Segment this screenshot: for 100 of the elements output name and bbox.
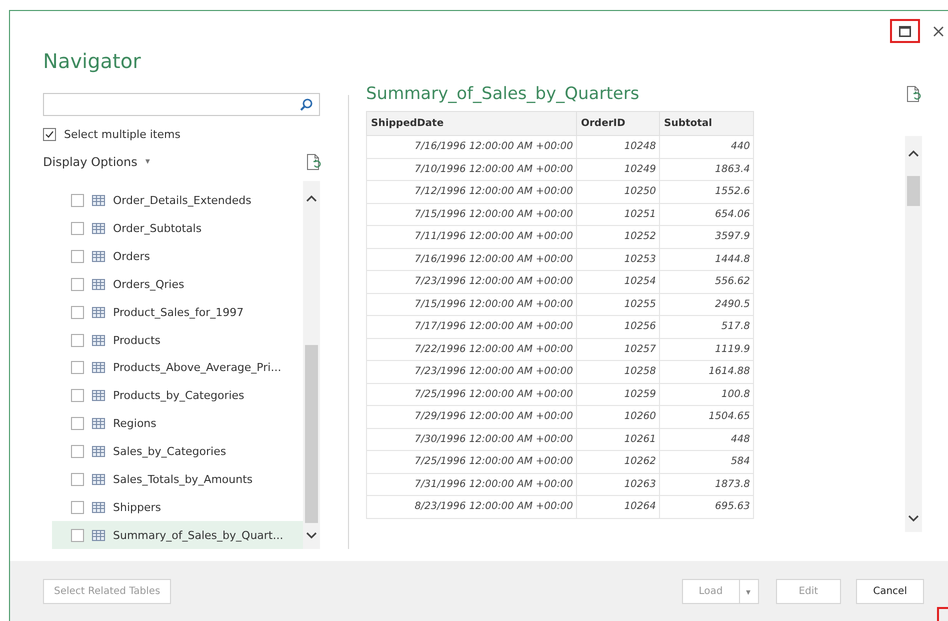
table-icon <box>92 474 105 485</box>
scroll-up-icon[interactable] <box>306 195 317 202</box>
highlight-marker <box>937 607 948 621</box>
cancel-button[interactable]: Cancel <box>856 579 924 604</box>
table-cell: 7/23/1996 12:00:00 AM +00:00 <box>366 360 576 383</box>
table-cell: 448 <box>660 428 754 450</box>
table-icon <box>92 530 105 541</box>
table-cell: 1873.8 <box>660 473 754 496</box>
checkbox[interactable] <box>71 417 84 430</box>
search-icon <box>300 98 313 111</box>
table-cell: 10260 <box>576 406 660 428</box>
table-cell: 10252 <box>576 226 660 248</box>
table-cell: 1444.8 <box>660 248 754 270</box>
table-cell: 7/25/1996 12:00:00 AM +00:00 <box>366 383 576 406</box>
navigator-item[interactable]: Sales_by_Categories <box>52 438 303 466</box>
table-cell: 517.8 <box>660 316 754 338</box>
display-options-dropdown[interactable]: Display Options ▾ <box>43 155 150 169</box>
table-cell: 7/11/1996 12:00:00 AM +00:00 <box>366 226 576 248</box>
table-icon <box>92 278 105 290</box>
table-cell: 7/22/1996 12:00:00 AM +00:00 <box>366 338 576 360</box>
checkbox-label: Select multiple items <box>64 128 180 140</box>
table-cell: 10248 <box>576 136 660 158</box>
table-cell: 1119.9 <box>660 338 754 360</box>
navigator-item[interactable]: Products_Above_Average_Pri... <box>52 354 303 382</box>
navigator-item[interactable]: Orders <box>52 242 303 271</box>
scrollbar[interactable] <box>303 181 320 549</box>
checkbox[interactable] <box>71 445 84 458</box>
column-header: Subtotal <box>660 112 754 136</box>
table-cell: 7/23/1996 12:00:00 AM +00:00 <box>366 270 576 293</box>
table-icon <box>92 334 105 346</box>
table-cell: 1614.88 <box>660 360 754 383</box>
table-cell: 10250 <box>576 180 660 203</box>
table-cell: 584 <box>660 450 754 473</box>
navigator-item[interactable]: Shippers <box>52 493 303 522</box>
table-cell: 10262 <box>576 450 660 473</box>
table-cell: 7/15/1996 12:00:00 AM +00:00 <box>366 293 576 316</box>
navigator-item[interactable]: Summary_of_Sales_by_Quart... <box>52 521 303 549</box>
navigator-item[interactable]: Sales_Totals_by_Amounts <box>52 465 303 494</box>
navigator-item[interactable]: Product_Sales_for_1997 <box>52 298 303 326</box>
table-cell: 10264 <box>576 496 660 518</box>
table-cell: 10249 <box>576 158 660 180</box>
table-cell: 10263 <box>576 473 660 496</box>
checkbox[interactable] <box>71 278 84 291</box>
checkbox[interactable] <box>71 389 84 402</box>
table-cell: 1504.65 <box>660 406 754 428</box>
navigator-item[interactable]: Order_Subtotals <box>52 214 303 243</box>
checkbox[interactable] <box>71 194 84 208</box>
table-cell: 100.8 <box>660 383 754 406</box>
table-cell: 3597.9 <box>660 226 754 248</box>
checkbox[interactable] <box>71 222 84 236</box>
refresh-icon[interactable] <box>906 85 922 103</box>
scroll-down-icon[interactable] <box>908 515 919 522</box>
scrollbar-thumb[interactable] <box>907 176 920 206</box>
scroll-up-icon[interactable] <box>908 150 919 157</box>
checkbox[interactable] <box>71 361 84 374</box>
navigator-item[interactable]: Products_by_Categories <box>52 382 303 410</box>
table-cell: 2490.5 <box>660 293 754 316</box>
window-title: Navigator <box>43 49 142 75</box>
table-cell: 654.06 <box>660 203 754 226</box>
checkbox[interactable] <box>43 128 56 140</box>
table-icon <box>92 390 105 402</box>
table-cell: 10253 <box>576 248 660 270</box>
checkbox[interactable] <box>71 306 84 319</box>
table-icon <box>92 223 105 234</box>
table-cell: 556.62 <box>660 270 754 293</box>
table-cell: 7/29/1996 12:00:00 AM +00:00 <box>366 406 576 428</box>
table-cell: 8/23/1996 12:00:00 AM +00:00 <box>366 496 576 518</box>
scrollbar-thumb[interactable] <box>305 345 318 523</box>
table-cell: 7/15/1996 12:00:00 AM +00:00 <box>366 203 576 226</box>
table-cell: 7/17/1996 12:00:00 AM +00:00 <box>366 316 576 338</box>
checkbox[interactable] <box>71 250 84 264</box>
navigator-item[interactable]: Products <box>52 326 303 354</box>
checkbox[interactable] <box>71 334 84 347</box>
column-header: OrderID <box>576 112 660 136</box>
table-icon <box>92 502 105 513</box>
navigator-item[interactable]: Order_Details_Extendeds <box>52 187 303 215</box>
scrollbar[interactable] <box>905 136 922 532</box>
refresh-icon[interactable] <box>306 153 322 171</box>
table-cell: 10255 <box>576 293 660 316</box>
table-cell: 10256 <box>576 316 660 338</box>
table-cell: 7/16/1996 12:00:00 AM +00:00 <box>366 136 576 158</box>
checkbox[interactable] <box>71 472 84 486</box>
column-header: ShippedDate <box>366 112 576 136</box>
navigator-item[interactable]: Regions <box>52 410 303 438</box>
navigator-item[interactable]: Orders_Qries <box>52 270 303 298</box>
maximize-icon <box>899 26 911 36</box>
preview-title: Summary_of_Sales_by_Quarters <box>366 84 640 104</box>
checkbox[interactable] <box>71 500 84 514</box>
table-cell: 10259 <box>576 383 660 406</box>
maximize-button[interactable] <box>890 19 920 43</box>
table-cell: 1863.4 <box>660 158 754 180</box>
table-cell: 1552.6 <box>660 180 754 203</box>
scroll-down-icon[interactable] <box>306 532 317 539</box>
table-icon <box>92 446 105 458</box>
table-icon <box>92 251 105 262</box>
table-cell: 7/12/1996 12:00:00 AM +00:00 <box>366 180 576 203</box>
checkbox[interactable] <box>71 528 84 542</box>
table-icon <box>92 418 105 430</box>
search-field[interactable] <box>43 93 320 116</box>
table-cell: 10258 <box>576 360 660 383</box>
